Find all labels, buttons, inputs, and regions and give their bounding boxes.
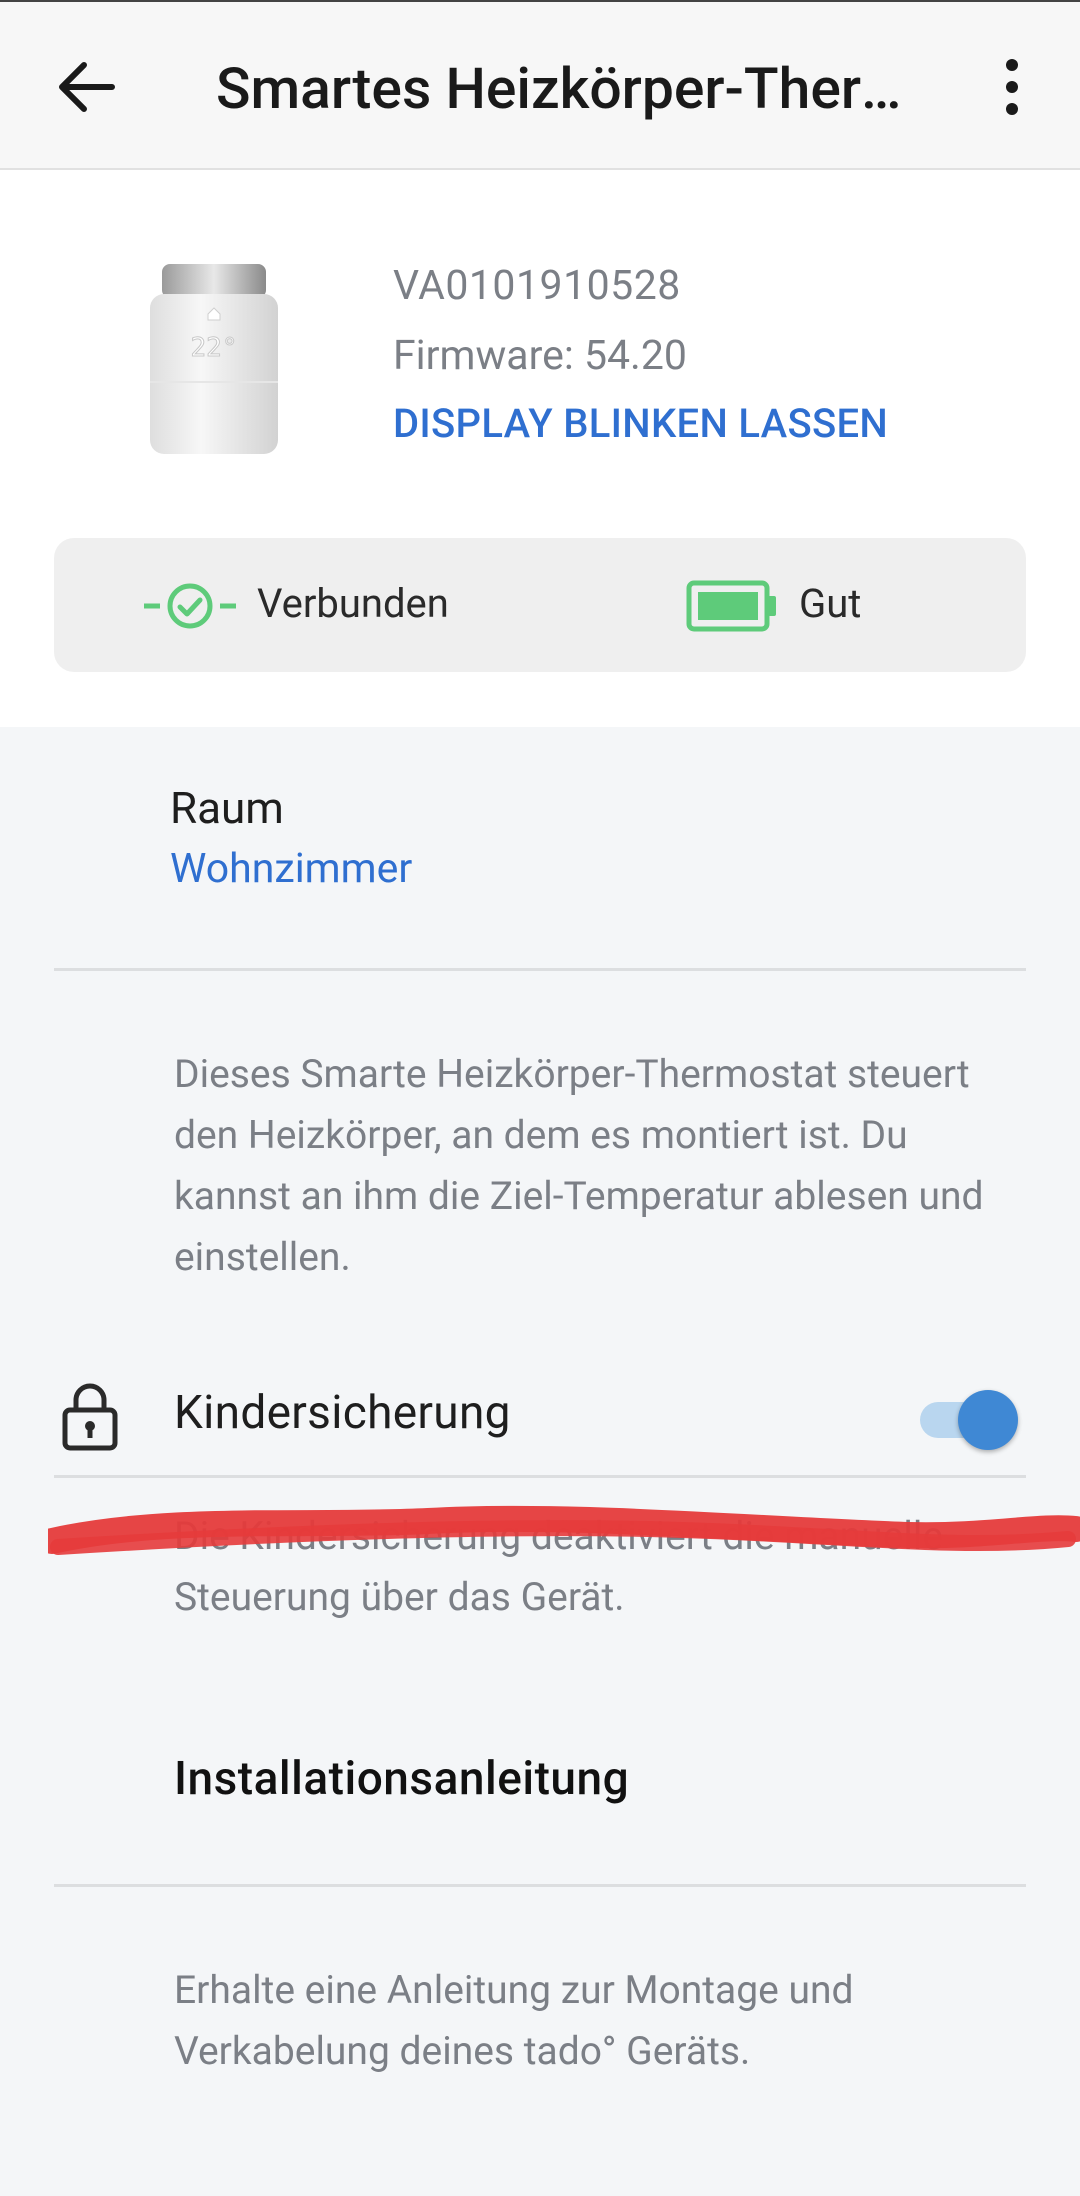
child-lock-label: Kindersicherung [174,1386,511,1440]
battery-full-icon [686,580,776,632]
status-panel: Verbunden Gut [54,538,1026,672]
connected-check-icon [144,583,236,629]
red-scribble-annotation [48,1505,1080,1555]
lock-icon [62,1383,118,1451]
child-lock-toggle[interactable] [918,1388,1018,1452]
app-bar: Smartes Heizkörper-Thermostat [0,0,1080,170]
radiator-thermostat-device-image: 22° [150,264,278,454]
room-label[interactable]: Raum [170,782,284,834]
divider [54,1475,1026,1478]
device-description: Dieses Smarte Heizkörper-Thermostat steu… [174,1051,984,1280]
arrow-back-icon[interactable] [50,57,120,117]
device-serial: VA0101910528 [393,262,681,310]
page-title: Smartes Heizkörper-Thermostat [216,55,936,122]
svg-text:22°: 22° [191,333,238,363]
installation-guide-title[interactable]: Installationsanleitung [174,1752,629,1806]
divider [54,968,1026,971]
device-info-card: 22° VA0101910528 Firmware: 54.20 DISPLAY… [0,170,1080,727]
room-value[interactable]: Wohnzimmer [170,845,412,893]
toggle-thumb [958,1390,1018,1450]
battery-status: Gut [799,580,862,627]
divider [54,1884,1026,1887]
connection-status: Verbunden [257,580,449,627]
firmware-version: Firmware: 54.20 [393,332,687,380]
more-vert-icon[interactable] [990,57,1034,117]
installation-description: Erhalte eine Anleitung zur Montage und V… [174,1967,854,2074]
blink-display-link[interactable]: DISPLAY BLINKEN LASSEN [393,400,888,447]
